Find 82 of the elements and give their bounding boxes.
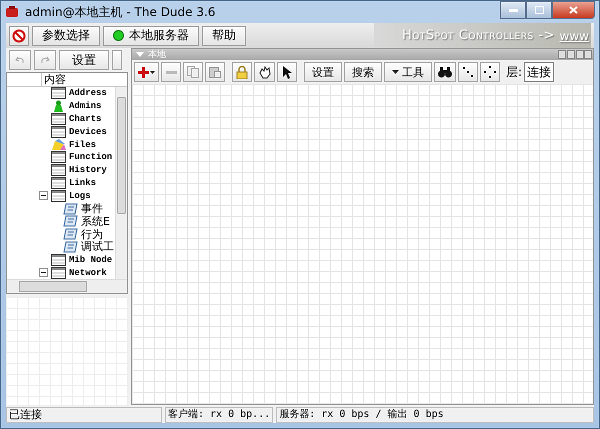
close-button[interactable] [552,1,595,19]
server-button[interactable]: 本地服务器 [103,26,199,46]
tree-toggle-icon[interactable] [39,191,48,200]
find-button[interactable] [434,62,456,82]
dots-diagonal-icon [462,66,474,78]
person-icon [51,100,66,112]
tree-item[interactable]: 行为 [81,226,103,242]
table-icon [51,176,66,189]
add-button[interactable] [134,62,159,82]
caret-icon [392,70,399,74]
tree-item[interactable]: 系统E [81,214,110,229]
clipboard-icon [209,66,221,78]
pointer-button[interactable] [277,62,297,82]
settings-button[interactable]: 设置 [304,62,342,82]
layout-icon[interactable] [558,50,592,59]
tree-item[interactable]: Logs [69,190,91,201]
tree-item[interactable]: 事件 [81,201,103,216]
undo-icon [15,55,25,65]
folder-icon [51,138,66,151]
minus-icon [166,70,176,74]
horizontal-scrollbar[interactable] [7,279,127,293]
tree-toggle-icon[interactable] [39,268,48,278]
minimize-button[interactable] [500,1,526,19]
pane-title: 本地 [148,48,166,61]
maximize-icon [534,6,544,14]
banner-text: HotSpot Controllers -> [402,28,556,43]
status-text: 服务器: rx 0 bps / 输出 0 bps [276,407,594,423]
table-icon [51,87,66,100]
tree-item[interactable]: Function [69,152,112,162]
close-icon [569,6,578,14]
lock-icon [236,66,248,78]
cursor-icon [282,66,292,78]
window-title: admin@本地主机 - The Dude 3.6 [25,4,216,20]
tools-dropdown[interactable]: 工具 [384,62,432,82]
tree-item[interactable]: Address [69,88,107,98]
app-icon [5,5,19,19]
table-icon [51,126,66,138]
tree-item[interactable]: Mib Node [69,254,112,265]
scroll-icon [63,202,78,215]
vertical-scrollbar[interactable] [115,87,127,279]
connect-button[interactable] [458,62,478,82]
redo-icon [40,55,50,65]
paste-button[interactable] [205,62,225,82]
table-icon [51,151,66,164]
tree-item[interactable]: Admins [69,101,102,112]
scroll-icon [63,228,78,240]
no-sign-icon [12,28,26,42]
search-button[interactable]: 搜索 [344,62,382,82]
status-text: 客户端: rx 0 bp... [165,407,274,423]
tree-item[interactable]: Network [69,268,107,278]
hand-button[interactable] [254,62,275,82]
minimize-icon [508,8,518,12]
layout-button[interactable] [480,62,500,82]
binoculars-icon [438,66,452,78]
tree-item[interactable]: Charts [69,114,102,124]
column-header[interactable]: 内容 [42,73,127,86]
disconnect-button[interactable] [9,26,29,46]
status-text: 已连接 [6,407,162,423]
plus-icon [138,66,155,78]
layer-dropdown[interactable]: 连接 [524,62,554,82]
scroll-icon [63,240,78,253]
lock-button[interactable] [232,62,252,82]
layer-label: 层: [506,64,522,80]
menu-button[interactable]: 帮助 [202,26,246,46]
table-icon [51,254,66,266]
status-dot-icon [113,30,124,41]
table-icon [51,164,66,176]
maximize-button[interactable] [526,1,552,19]
dots-circle-icon [484,66,496,78]
caret-icon [136,52,144,57]
tree-item[interactable]: Files [69,140,96,150]
tree-item[interactable]: Links [69,178,96,188]
tree-item[interactable]: 调试工 [81,239,114,254]
tree-item[interactable]: History [69,165,107,176]
table-icon [51,266,66,279]
copy-icon [187,66,199,78]
menu-button[interactable]: 参数选择 [32,26,100,46]
table-icon [51,190,66,202]
table-icon [51,112,66,125]
scroll-icon [63,215,78,228]
settings-button[interactable]: 设置 [59,50,109,70]
tree-item[interactable]: Devices [69,126,107,137]
